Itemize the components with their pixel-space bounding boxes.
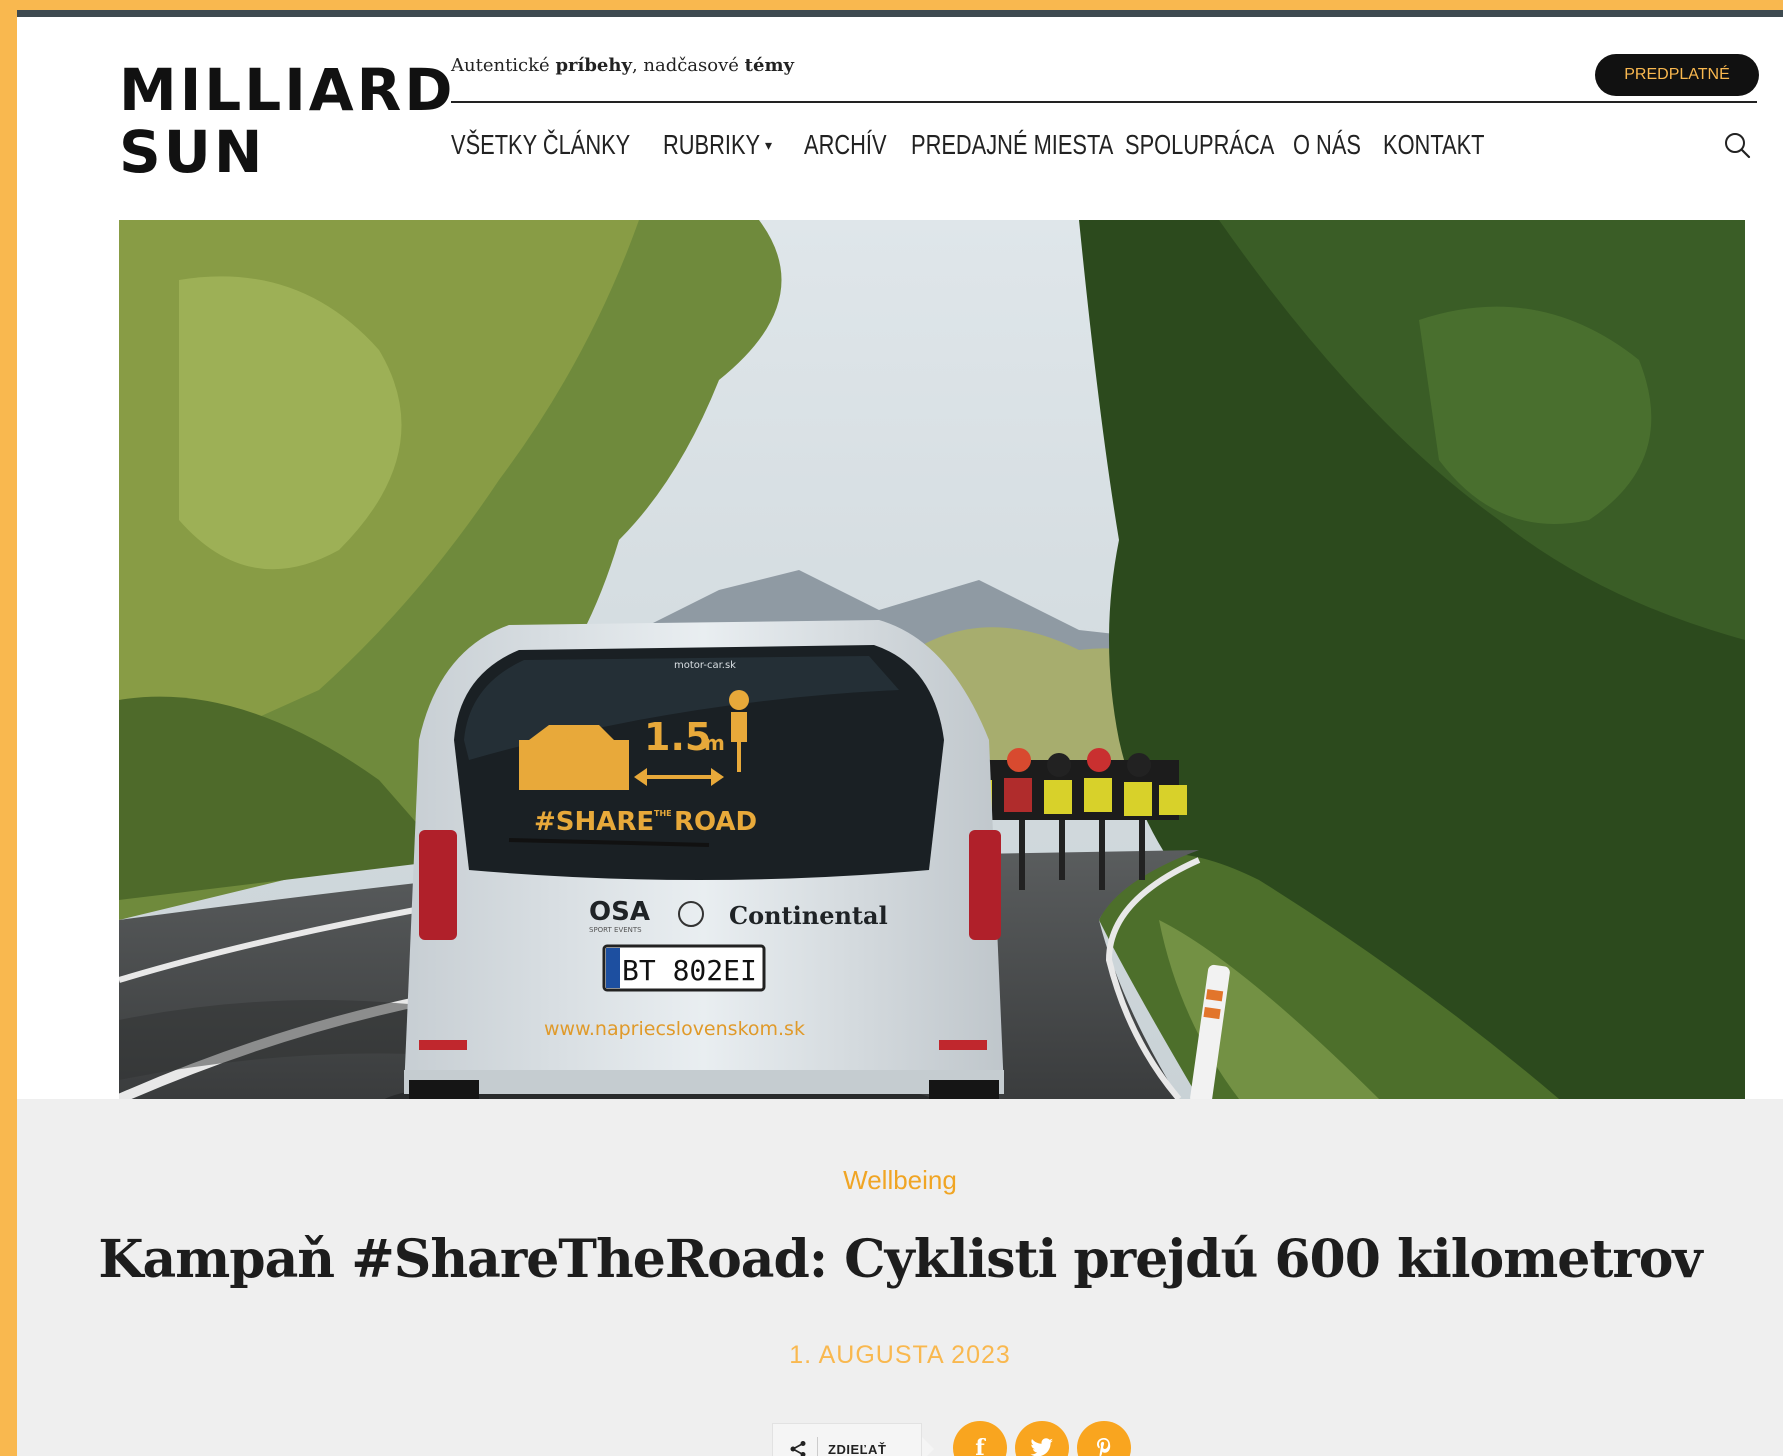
nav-item-label: KONTAKT	[1383, 129, 1485, 160]
logo-line-1: MILLIARD	[119, 56, 456, 124]
tagline-text-2: , nadčasové	[631, 55, 745, 76]
share-button[interactable]: ZDIEĽAŤ	[772, 1423, 922, 1456]
nav-item-label: ARCHÍV	[804, 129, 887, 160]
nav-item-all-articles[interactable]: VŠETKY ČLÁNKY	[451, 129, 681, 163]
hero-image: 1.5 m #SHARE THE ROAD motor-car.sk OSA S…	[119, 220, 1745, 1099]
share-icon	[790, 1441, 806, 1456]
search-icon[interactable]	[1723, 131, 1751, 159]
van-sponsor-osa-sub: SPORT EVENTS	[589, 926, 642, 934]
pinterest-icon	[1097, 1438, 1111, 1456]
logo-line-2: SUN	[119, 118, 266, 186]
van-sticker-the: THE	[654, 809, 672, 818]
subscribe-button[interactable]: PREDPLATNÉ	[1595, 54, 1759, 96]
tagline-text-1: Autentické	[451, 55, 556, 76]
site-logo[interactable]: MILLIARD SUN	[119, 59, 456, 183]
share-divider	[817, 1437, 818, 1456]
nav-item-contact[interactable]: KONTAKT	[1383, 129, 1513, 163]
support-van: 1.5 m #SHARE THE ROAD motor-car.sk OSA S…	[384, 620, 1004, 1099]
page: MILLIARD SUN Autentické príbehy, nadčaso…	[17, 10, 1783, 1456]
site-tagline: Autentické príbehy, nadčasové témy	[451, 55, 794, 76]
share-label: ZDIEĽAŤ	[828, 1441, 887, 1456]
van-license-plate: BT 802EI	[622, 954, 757, 987]
nav-item-label: RUBRIKY	[663, 129, 761, 160]
van-sticker-unit: m	[704, 731, 725, 755]
van-website: www.napriecslovenskom.sk	[544, 1018, 805, 1040]
nav-item-label: SPOLUPRÁCA	[1125, 129, 1275, 160]
nav-item-about[interactable]: O NÁS	[1293, 129, 1380, 163]
nav-item-archive[interactable]: ARCHÍV	[804, 129, 910, 163]
nav-item-label: O NÁS	[1293, 129, 1361, 160]
van-sponsor-osa: OSA	[589, 897, 650, 927]
van-sponsor-continental: Continental	[729, 901, 888, 930]
facebook-icon: f	[975, 1435, 985, 1456]
article-title: Kampaň #ShareTheRoad: Cyklisti prejdú 60…	[98, 1229, 1702, 1290]
tagline-bold-1: príbehy	[555, 55, 632, 76]
nav-item-cooperation[interactable]: SPOLUPRÁCA	[1125, 129, 1316, 163]
van-top-text: motor-car.sk	[674, 660, 736, 671]
nav-item-label: PREDAJNÉ MIESTA	[911, 129, 1114, 160]
chevron-down-icon: ▾	[765, 137, 773, 153]
van-sticker-road: ROAD	[674, 807, 757, 837]
hero-photo-illustration: 1.5 m #SHARE THE ROAD motor-car.sk OSA S…	[119, 220, 1745, 1099]
tagline-bold-2: témy	[744, 55, 794, 76]
article-category-link[interactable]: Wellbeing	[17, 1165, 1783, 1196]
nav-item-label: VŠETKY ČLÁNKY	[451, 129, 631, 160]
van-sticker-tag: #SHARE	[534, 807, 654, 837]
twitter-icon	[1030, 1438, 1053, 1456]
header-divider	[451, 101, 1757, 103]
nav-item-rubriky[interactable]: RUBRIKY ▾	[663, 129, 787, 163]
share-arrow	[922, 1437, 934, 1456]
van-sticker-distance: 1.5	[644, 715, 711, 759]
article-date: 1. AUGUSTA 2023	[789, 1341, 1011, 1369]
